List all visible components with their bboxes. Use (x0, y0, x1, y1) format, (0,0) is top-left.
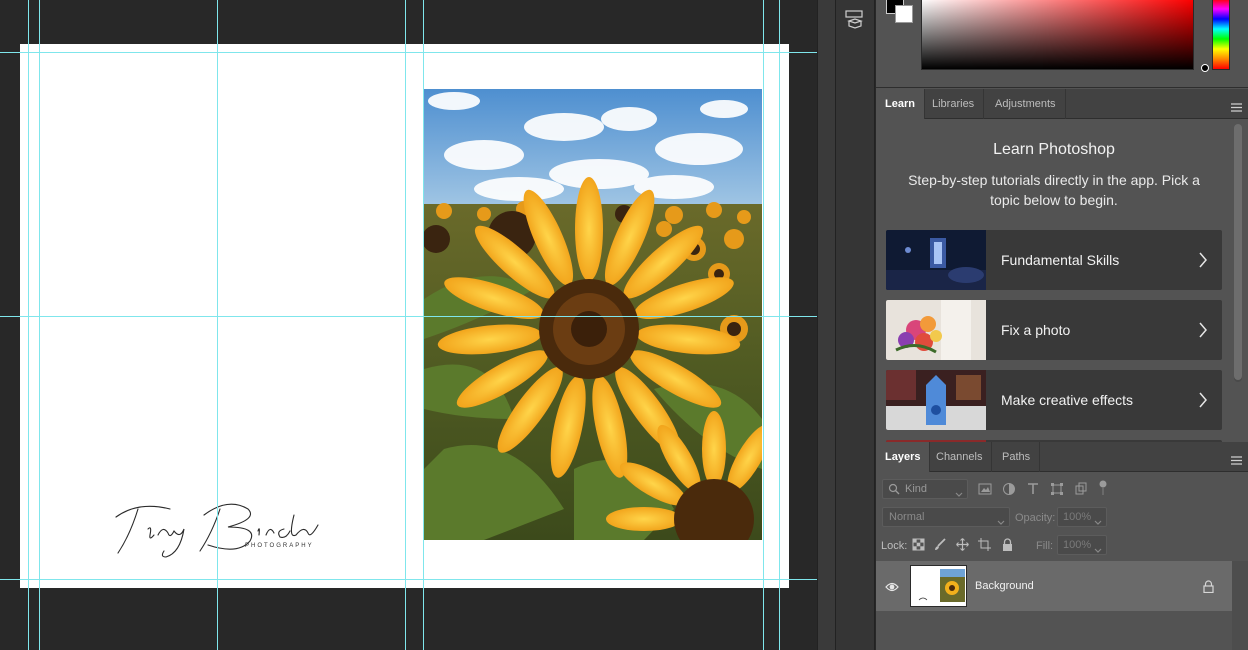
learn-card-make-creative-effects[interactable]: Make creative effects (886, 370, 1222, 430)
3d-cube-icon[interactable] (845, 9, 865, 29)
adjustment-filter-icon[interactable] (1002, 482, 1016, 496)
blend-mode-value: Normal (889, 511, 925, 523)
layers-panel: Kind Normal Opacity: 100% Lock: Fill: 10… (876, 472, 1248, 650)
chevron-right-icon (1198, 391, 1208, 409)
layer-row-background[interactable]: Background (876, 561, 1232, 611)
chevron-down-icon (1094, 542, 1102, 553)
smart-object-filter-icon[interactable] (1074, 482, 1088, 496)
layers-scrollbar[interactable] (1232, 561, 1248, 650)
type-filter-icon[interactable] (1026, 482, 1040, 496)
learn-description: Step-by-step tutorials directly in the a… (908, 172, 1200, 208)
hue-slider[interactable] (1212, 0, 1230, 70)
guide-vertical[interactable] (28, 0, 29, 650)
tab-paths[interactable]: Paths (993, 442, 1041, 472)
kind-select-label: Kind (905, 483, 928, 495)
learn-card-fundamental-skills[interactable]: Fundamental Skills (886, 230, 1222, 290)
guide-vertical[interactable] (423, 0, 424, 650)
chevron-right-icon (1198, 251, 1208, 269)
lock-image-pixels-icon[interactable] (934, 538, 947, 551)
learn-title: Learn Photoshop (993, 141, 1115, 158)
tab-adjustments[interactable]: Adjustments (986, 89, 1066, 119)
tiny-birch-logo: PHOTOGRAPHY (108, 495, 328, 565)
guide-vertical[interactable] (763, 0, 764, 650)
photoshop-window: PHOTOGRAPHY Learn Libraries Adjustments … (0, 0, 1248, 650)
tab-libraries[interactable]: Libraries (923, 89, 985, 119)
guide-vertical[interactable] (405, 0, 406, 650)
chevron-down-icon (997, 514, 1005, 525)
learn-panel: Learn Photoshop Step-by-step tutorials d… (876, 120, 1248, 442)
lock-all-icon[interactable] (1001, 538, 1014, 551)
fill-value: 100% (1063, 539, 1092, 551)
layer-name: Background (975, 580, 1034, 592)
panel-menu-icon[interactable] (1231, 99, 1242, 112)
lock-artboard-icon[interactable] (978, 538, 991, 551)
dark-room-thumbnail (886, 230, 986, 290)
guide-vertical[interactable] (779, 0, 780, 650)
learn-card-label: Fundamental Skills (1001, 252, 1120, 268)
panel-collapse-strip (817, 0, 835, 650)
tab-layers[interactable]: Layers (876, 442, 931, 472)
chevron-down-icon (955, 486, 963, 497)
tab-channels[interactable]: Channels (927, 442, 993, 472)
lock-transparent-pixels-icon[interactable] (912, 538, 925, 551)
flower-bouquet-thumbnail (886, 300, 986, 360)
layer-filter-kind-select[interactable]: Kind (882, 479, 968, 499)
fill-label: Fill: (1036, 540, 1054, 552)
creative-effects-thumbnail (886, 370, 986, 430)
learn-card-fix-a-photo[interactable]: Fix a photo (886, 300, 1222, 360)
chevron-down-icon (1094, 514, 1102, 525)
canvas-workspace[interactable]: PHOTOGRAPHY (0, 0, 817, 650)
guide-horizontal[interactable] (0, 316, 817, 317)
learn-card-label: Fix a photo (1001, 322, 1071, 338)
right-panel-dock: Learn Libraries Adjustments Learn Photos… (876, 0, 1248, 650)
logo-caption: PHOTOGRAPHY (245, 543, 314, 549)
lock-label: Lock: (881, 540, 908, 552)
opacity-value: 100% (1063, 511, 1092, 523)
fill-input[interactable]: 100% (1057, 535, 1107, 555)
color-panel (876, 0, 1248, 88)
color-picker-marker[interactable] (1201, 64, 1209, 72)
opacity-label: Opacity: (1015, 512, 1056, 524)
lock-icon[interactable] (1203, 580, 1214, 594)
learn-tabbar: Learn Libraries Adjustments (876, 89, 1248, 119)
guide-vertical[interactable] (217, 0, 218, 650)
sunflower-photo (424, 89, 762, 540)
search-icon (888, 483, 900, 495)
lock-position-icon[interactable] (956, 538, 969, 551)
filter-toggle-icon[interactable] (1098, 480, 1112, 495)
image-filter-icon[interactable] (978, 482, 992, 496)
chevron-right-icon (1198, 321, 1208, 339)
panel-icon-dock (835, 0, 875, 650)
opacity-input[interactable]: 100% (1057, 507, 1107, 527)
background-color-swatch[interactable] (895, 5, 913, 23)
blend-mode-select[interactable]: Normal (882, 507, 1010, 527)
panel-menu-icon[interactable] (1231, 452, 1242, 465)
layer-thumbnail (910, 565, 967, 607)
learn-scrollbar-thumb[interactable] (1234, 124, 1242, 380)
guide-horizontal[interactable] (0, 52, 817, 53)
tab-learn[interactable]: Learn (876, 89, 925, 119)
color-field[interactable] (921, 0, 1194, 70)
guide-horizontal[interactable] (0, 579, 817, 580)
layers-tabbar: Layers Channels Paths (876, 442, 1248, 472)
shape-filter-icon[interactable] (1050, 482, 1064, 496)
guide-vertical[interactable] (39, 0, 40, 650)
learn-card-label: Make creative effects (1001, 392, 1134, 408)
eye-icon[interactable] (885, 580, 899, 592)
